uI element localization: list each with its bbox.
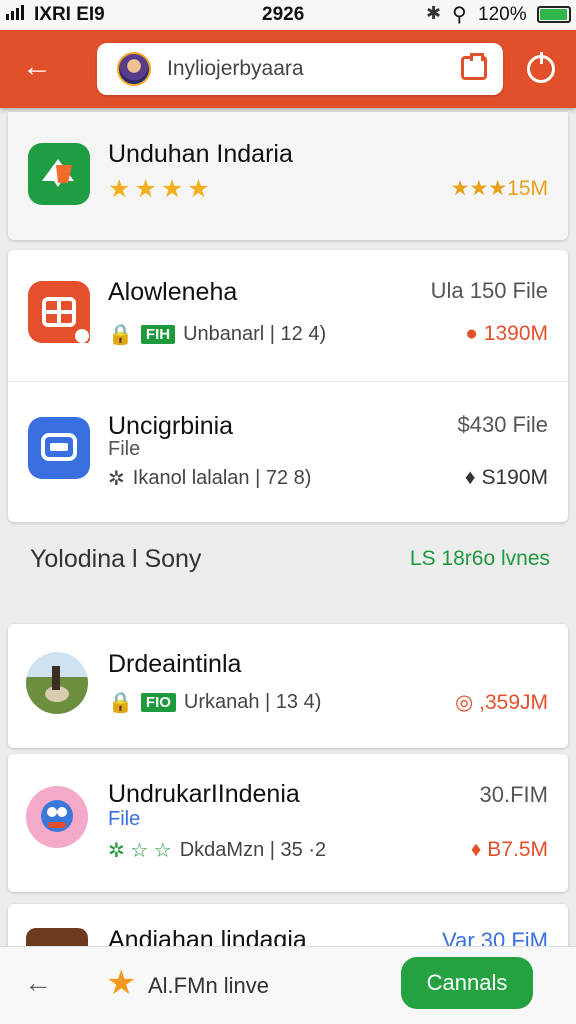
back-arrow-icon[interactable]: ← [22, 52, 52, 82]
lock-icon: 🔒 [108, 324, 133, 346]
battery-icon [537, 6, 571, 23]
section-count[interactable]: LS 18r6o lvnes [410, 547, 550, 571]
app-list-card[interactable]: Drdeaintinla 🔒 FIO Urkanah | 13 4) ◎ ,35… [8, 624, 568, 748]
app-meta: 🔒 FIH Unbanarl | 12 4) [108, 322, 326, 347]
signal-icon [6, 4, 24, 20]
app-size: ♦ B7.5M [470, 838, 548, 861]
search-bar[interactable]: Inyliojerbyaara [97, 43, 503, 95]
app-size: ♦ S190M [464, 466, 548, 489]
section-header: Yolodina l Sony LS 18r6o lvnes [30, 545, 550, 581]
wifi-icon: ⚲ [452, 4, 467, 26]
app-size: ★★★15M [450, 177, 548, 200]
app-title: Drdeaintinla [108, 650, 242, 678]
status-bar: IXRI EI9 2926 ✱ ⚲ 120% [0, 0, 576, 30]
status-badge: FIH [140, 325, 176, 344]
lock-icon: 🔒 [108, 692, 133, 714]
app-icon-cartoon [26, 786, 88, 848]
app-meta-text: DkdaMzn | 35 ·2 [179, 839, 327, 861]
app-title: Unduhan Indaria [108, 140, 293, 168]
bluetooth-icon: ✱ [426, 3, 442, 23]
app-title: UndrukarIIndenia [108, 780, 300, 808]
section-title: Yolodina l Sony [30, 545, 202, 573]
app-files: 30.FIM [479, 782, 548, 807]
carrier-label: IXRI EI9 [34, 4, 105, 25]
app-list-card[interactable]: UndrukarIIndenia File 30.FIM ✲ ☆ ☆ DkdaM… [8, 754, 568, 892]
avatar[interactable] [117, 52, 151, 86]
app-icon-photo [26, 652, 88, 714]
app-meta: ✲ ☆ ☆ DkdaMzn | 35 ·2 [108, 838, 326, 863]
battery-percent: 120% [478, 4, 527, 25]
app-subtitle: File [108, 808, 141, 830]
app-subtitle: File [108, 438, 141, 460]
rating-stars: ★★★★ [108, 175, 214, 203]
app-header: ← Inyliojerbyaara [0, 30, 576, 108]
search-input[interactable]: Inyliojerbyaara [167, 57, 304, 81]
power-icon[interactable] [527, 52, 555, 83]
app-meta-text: Unbanarl | 12 4) [183, 323, 327, 345]
featured-app-card[interactable]: Unduhan Indaria ★★★★ ★★★15M [8, 112, 568, 240]
clock: 2926 [262, 4, 305, 25]
app-icon-green [28, 143, 90, 205]
app-files: $430 File [457, 412, 548, 437]
list-item[interactable]: Uncigrbinia File $430 File ✲ Ikanol lala… [8, 381, 568, 522]
app-list-card: Alowleneha Ula 150 File 🔒 FIH Unbanarl |… [8, 250, 568, 522]
bottom-bar: ← ★ Al.FMn linve Cannals [0, 946, 576, 1024]
app-meta-text: Urkanah | 13 4) [183, 691, 322, 713]
bottom-label[interactable]: Al.FMn linve [148, 973, 269, 999]
app-meta: 🔒 FIO Urkanah | 13 4) [108, 690, 321, 715]
folder-icon[interactable] [461, 53, 487, 80]
primary-button[interactable]: Cannals [401, 957, 533, 1009]
star-icon[interactable]: ★ [106, 963, 136, 1003]
app-meta: ✲ Ikanol lalalan | 72 8) [108, 466, 311, 491]
sparkle-icon: ✲ [108, 468, 125, 490]
list-item[interactable]: Alowleneha Ula 150 File 🔒 FIH Unbanarl |… [8, 250, 568, 381]
app-icon-orange [28, 281, 91, 345]
back-arrow-icon[interactable]: ← [24, 967, 52, 999]
app-title: Uncigrbinia [108, 412, 234, 440]
app-icon-blue [28, 417, 90, 479]
status-badge: FIO [140, 693, 176, 712]
app-size: ◎ ,359JM [454, 691, 548, 714]
star-outline-icon: ✲ ☆ ☆ [108, 840, 172, 862]
app-files: Ula 150 File [430, 278, 548, 303]
app-title: Alowleneha [108, 278, 238, 306]
app-meta-text: Ikanol lalalan | 72 8) [132, 467, 312, 489]
app-size: ● 1390M [465, 322, 548, 345]
